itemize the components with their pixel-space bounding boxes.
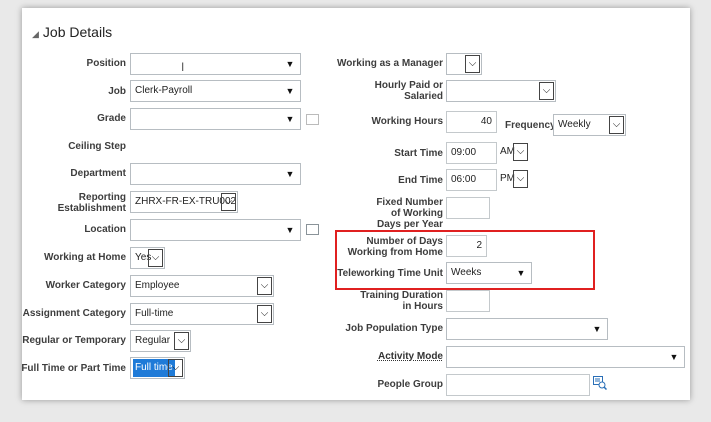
- assignment-category-label: Assignment Category: [22, 308, 126, 319]
- worker-category-label: Worker Category: [45, 280, 126, 291]
- end-ampm-select[interactable]: PM ⌵: [498, 169, 529, 191]
- chevron-down-icon[interactable]: ▼: [664, 347, 684, 367]
- chevron-down-icon[interactable]: ⌵: [221, 193, 236, 211]
- job-select[interactable]: Clerk-Payroll ▼: [130, 80, 301, 102]
- reporting-establishment-label: Reporting Establishment: [57, 192, 126, 214]
- fixed-days-input[interactable]: [446, 197, 490, 219]
- search-list-icon[interactable]: [593, 376, 608, 391]
- job-population-type-label: Job Population Type: [345, 323, 443, 334]
- ceiling-step-label: Ceiling Step: [68, 141, 126, 152]
- hourly-paid-select[interactable]: ⌵: [446, 80, 556, 102]
- chevron-down-icon[interactable]: ⌵: [513, 143, 528, 161]
- worker-category-value: Employee: [135, 280, 180, 291]
- working-hours-label: Working Hours: [371, 116, 443, 127]
- chevron-down-icon[interactable]: ▼: [280, 220, 300, 240]
- chevron-down-icon[interactable]: ▼: [280, 164, 300, 184]
- job-population-type-select[interactable]: ▼: [446, 318, 608, 340]
- start-ampm-select[interactable]: AM ⌵: [498, 142, 529, 164]
- frequency-select[interactable]: Weekly ⌵: [553, 114, 626, 136]
- job-value: Clerk-Payroll: [135, 85, 193, 96]
- chevron-down-icon[interactable]: ▼: [587, 319, 607, 339]
- chevron-down-icon[interactable]: ⌵: [513, 170, 528, 188]
- search-list-icon[interactable]: [306, 224, 319, 235]
- highlight-box: [335, 230, 595, 290]
- section-title: Job Details: [42, 24, 113, 40]
- working-hours-input[interactable]: 40: [446, 111, 497, 133]
- frequency-value: Weekly: [558, 119, 591, 130]
- chevron-down-icon[interactable]: ⌵: [257, 277, 272, 295]
- training-duration-input[interactable]: [446, 290, 490, 312]
- working-as-manager-select[interactable]: ⌵: [446, 53, 482, 75]
- regular-or-temporary-select[interactable]: Regular ⌵: [130, 330, 191, 352]
- people-group-input[interactable]: [446, 374, 590, 396]
- working-as-manager-label: Working as a Manager: [337, 58, 443, 69]
- collapse-triangle-icon[interactable]: ◢: [32, 29, 39, 39]
- full-or-part-time-label: Full Time or Part Time: [21, 363, 126, 374]
- frequency-label: Frequency: [505, 120, 556, 131]
- training-duration-label: Training Duration in Hours: [360, 290, 443, 312]
- location-label: Location: [84, 224, 126, 235]
- chevron-down-icon[interactable]: ⌵: [465, 55, 480, 73]
- activity-mode-link[interactable]: Activity Mode: [378, 351, 443, 362]
- full-or-part-time-select[interactable]: Full time ⌵: [130, 357, 185, 379]
- grade-label: Grade: [97, 113, 126, 124]
- location-select[interactable]: ▼: [130, 219, 301, 241]
- reporting-establishment-select[interactable]: ZHRX-FR-EX-TRU002 ⌵: [130, 191, 238, 213]
- chevron-down-icon[interactable]: ⌵: [148, 249, 163, 267]
- chevron-down-icon[interactable]: ⌵: [168, 359, 183, 377]
- department-label: Department: [70, 168, 126, 179]
- position-select[interactable]: ▼: [130, 53, 301, 75]
- section-header[interactable]: ◢ Job Details: [32, 24, 112, 40]
- activity-mode-label: Activity Mode: [303, 351, 443, 362]
- chevron-down-icon[interactable]: ▼: [280, 109, 300, 129]
- worker-category-select[interactable]: Employee ⌵: [130, 275, 274, 297]
- working-at-home-label: Working at Home: [43, 252, 126, 263]
- start-time-input[interactable]: 09:00: [446, 142, 497, 164]
- chevron-down-icon[interactable]: ▼: [280, 54, 300, 74]
- text-cursor-icon: I: [181, 60, 185, 74]
- start-time-label: Start Time: [394, 148, 443, 159]
- chevron-down-icon[interactable]: ⌵: [609, 116, 624, 134]
- job-label: Job: [108, 86, 126, 97]
- end-time-input[interactable]: 06:00: [446, 169, 497, 191]
- hourly-paid-label: Hourly Paid or Salaried: [374, 80, 443, 102]
- grade-select[interactable]: ▼: [130, 108, 301, 130]
- position-label: Position: [86, 58, 126, 69]
- department-select[interactable]: ▼: [130, 163, 301, 185]
- working-at-home-select[interactable]: Yes ⌵: [130, 247, 165, 269]
- activity-mode-select[interactable]: ▼: [446, 346, 685, 368]
- fixed-days-label: Fixed Number of Working Days per Year: [376, 197, 443, 230]
- chevron-down-icon[interactable]: ⌵: [539, 82, 554, 100]
- people-group-label: People Group: [377, 379, 443, 390]
- regular-or-temporary-label: Regular or Temporary: [22, 335, 126, 346]
- end-time-label: End Time: [398, 175, 443, 186]
- chevron-down-icon[interactable]: ⌵: [257, 305, 272, 323]
- chevron-down-icon[interactable]: ⌵: [174, 332, 189, 350]
- assignment-category-value: Full-time: [135, 308, 174, 319]
- chevron-down-icon[interactable]: ▼: [280, 81, 300, 101]
- assignment-category-select[interactable]: Full-time ⌵: [130, 303, 274, 325]
- regular-or-temporary-value: Regular: [135, 335, 171, 346]
